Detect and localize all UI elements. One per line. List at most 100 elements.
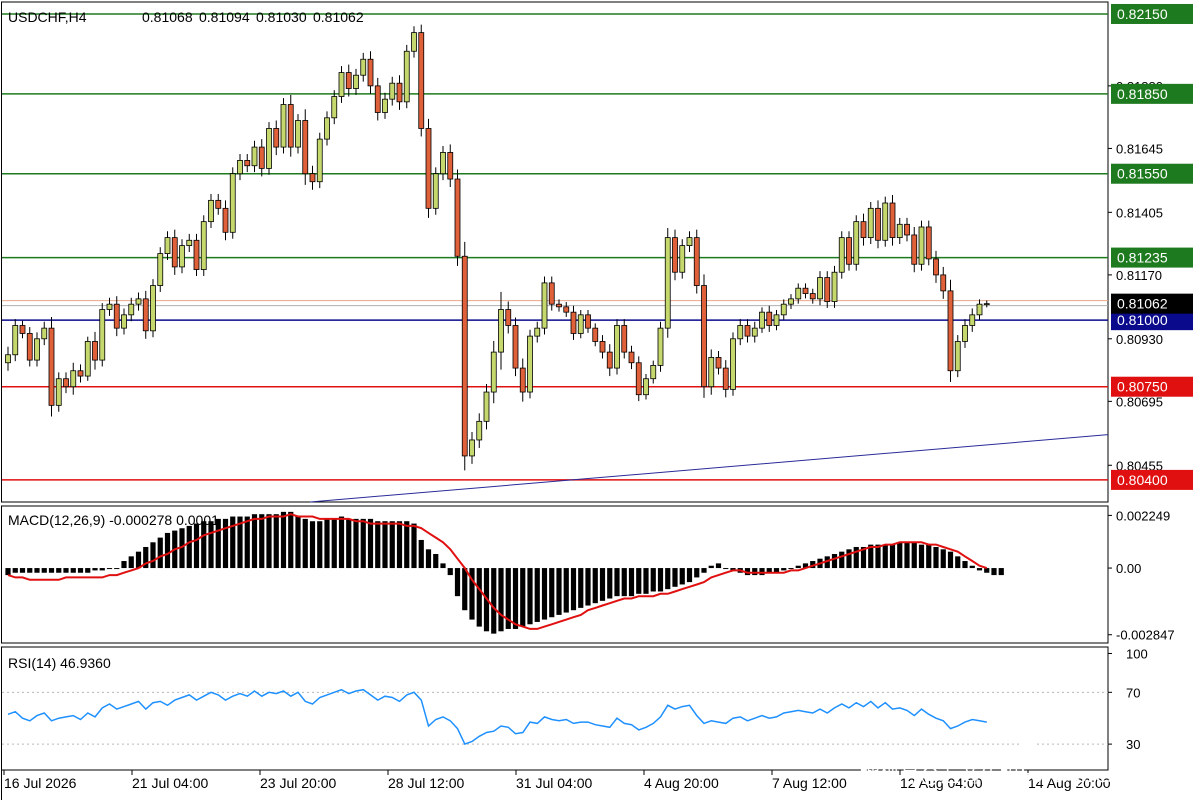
rsi-label: RSI(14) 46.9360: [8, 655, 111, 671]
bearish-candle: [585, 314, 591, 329]
level-price-tag-label: 0.81000: [1117, 312, 1168, 328]
bullish-candle: [99, 309, 106, 361]
time-tick-label: 31 Jul 04:00: [516, 775, 592, 791]
macd-histogram-bar: [476, 568, 482, 627]
bullish-candle: [650, 365, 657, 380]
bullish-candle: [476, 420, 483, 441]
bearish-candle: [911, 234, 918, 265]
macd-histogram-bar: [563, 568, 569, 613]
bullish-candle: [730, 338, 736, 390]
time-tick-label: 28 Jul 12:00: [388, 775, 464, 791]
bullish-candle: [229, 173, 236, 233]
bearish-candle: [570, 311, 577, 334]
bearish-candle: [302, 120, 309, 175]
rsi-tick-label: 70: [1126, 685, 1140, 700]
bullish-candle: [664, 237, 671, 329]
macd-histogram-bar: [991, 568, 997, 576]
bearish-candle: [425, 128, 432, 209]
macd-histogram-bar: [418, 539, 424, 569]
macd-histogram-bar: [302, 518, 308, 569]
bullish-candle: [186, 239, 193, 247]
macd-histogram-bar: [549, 568, 555, 618]
macd-histogram-bar: [251, 514, 258, 569]
bearish-candle: [505, 309, 512, 326]
macd-tick-label: -0.002847: [1116, 628, 1175, 643]
bearish-candle: [258, 146, 265, 169]
bullish-candle: [737, 325, 744, 340]
bearish-candle: [345, 72, 352, 89]
bullish-candle: [534, 327, 541, 337]
bearish-candle: [621, 325, 628, 353]
macd-histogram-bar: [665, 568, 671, 590]
macd-histogram-bar: [904, 542, 910, 569]
usdchf-chart[interactable]: 0.818800.816450.814050.811700.809300.806…: [0, 0, 1200, 800]
price-tick-label: 0.81170: [1116, 268, 1162, 283]
macd-histogram-bar: [657, 568, 664, 592]
macd-histogram-bar: [947, 551, 954, 569]
macd-histogram-bar: [309, 521, 316, 569]
macd-histogram-bar: [99, 568, 105, 571]
bullish-candle: [360, 58, 367, 76]
bearish-candle: [904, 223, 910, 236]
macd-histogram-bar: [962, 561, 968, 569]
macd-histogram-bar: [911, 542, 917, 569]
macd-histogram-bar: [614, 568, 620, 597]
macd-histogram-bar: [541, 568, 548, 620]
macd-histogram-bar: [34, 568, 40, 573]
bearish-candle: [701, 285, 707, 388]
price-tick-label: 0.80930: [1116, 332, 1163, 347]
bullish-candle: [316, 138, 323, 183]
macd-histogram-bar: [273, 514, 279, 569]
bearish-candle: [273, 128, 280, 148]
bullish-candle: [34, 338, 40, 361]
macd-histogram-bar: [193, 523, 200, 569]
bearish-candle: [860, 221, 867, 239]
macd-histogram-bar: [27, 568, 33, 573]
macd-histogram-bar: [585, 568, 591, 606]
bearish-candle: [48, 327, 55, 406]
macd-histogram-bar: [628, 568, 635, 597]
bullish-candle: [106, 303, 113, 310]
bearish-candle: [367, 58, 374, 87]
bullish-candle: [403, 50, 410, 103]
macd-histogram-bar: [164, 532, 171, 569]
bearish-candle: [802, 287, 809, 294]
bearish-candle: [672, 237, 678, 273]
macd-histogram-bar: [940, 549, 946, 569]
time-tick-label: 7 Aug 12:00: [772, 775, 847, 791]
macd-histogram-bar: [708, 565, 714, 569]
bearish-candle: [592, 327, 599, 342]
bullish-candle: [440, 152, 446, 175]
bullish-candle: [382, 98, 388, 113]
level-price-tag-label: 0.80400: [1117, 472, 1168, 488]
macd-histogram-bar: [918, 544, 925, 569]
macd-histogram-bar: [527, 568, 533, 625]
price-tick-label: 0.81645: [1116, 141, 1163, 156]
time-tick-label: 21 Jul 04:00: [132, 775, 208, 791]
macd-histogram-bar: [411, 523, 417, 569]
bearish-candle: [19, 325, 26, 334]
bearish-candle: [628, 351, 635, 364]
bullish-candle: [164, 237, 171, 254]
bullish-candle: [983, 303, 990, 306]
bullish-candle: [759, 311, 765, 329]
bullish-candle: [614, 325, 620, 369]
bearish-candle: [548, 282, 555, 305]
bearish-candle: [447, 152, 454, 180]
bullish-candle: [541, 282, 548, 329]
ohlc-low: 0.81030: [256, 9, 307, 25]
macd-histogram-bar: [19, 568, 26, 573]
bullish-candle: [208, 199, 214, 223]
macd-histogram-bar: [759, 568, 765, 576]
bullish-candle: [200, 221, 207, 270]
macd-label: MACD(12,26,9) -0.000278 0.0001: [8, 512, 219, 528]
bullish-candle: [490, 351, 497, 393]
macd-histogram-bar: [266, 514, 272, 569]
macd-histogram-bar: [396, 521, 403, 569]
bullish-candle: [976, 303, 983, 316]
macd-histogram-bar: [694, 568, 700, 578]
price-tick-label: 0.81405: [1116, 205, 1163, 220]
time-tick-label: 4 Aug 20:00: [644, 775, 719, 791]
bearish-candle: [933, 258, 939, 276]
macd-histogram-bar: [5, 568, 11, 576]
